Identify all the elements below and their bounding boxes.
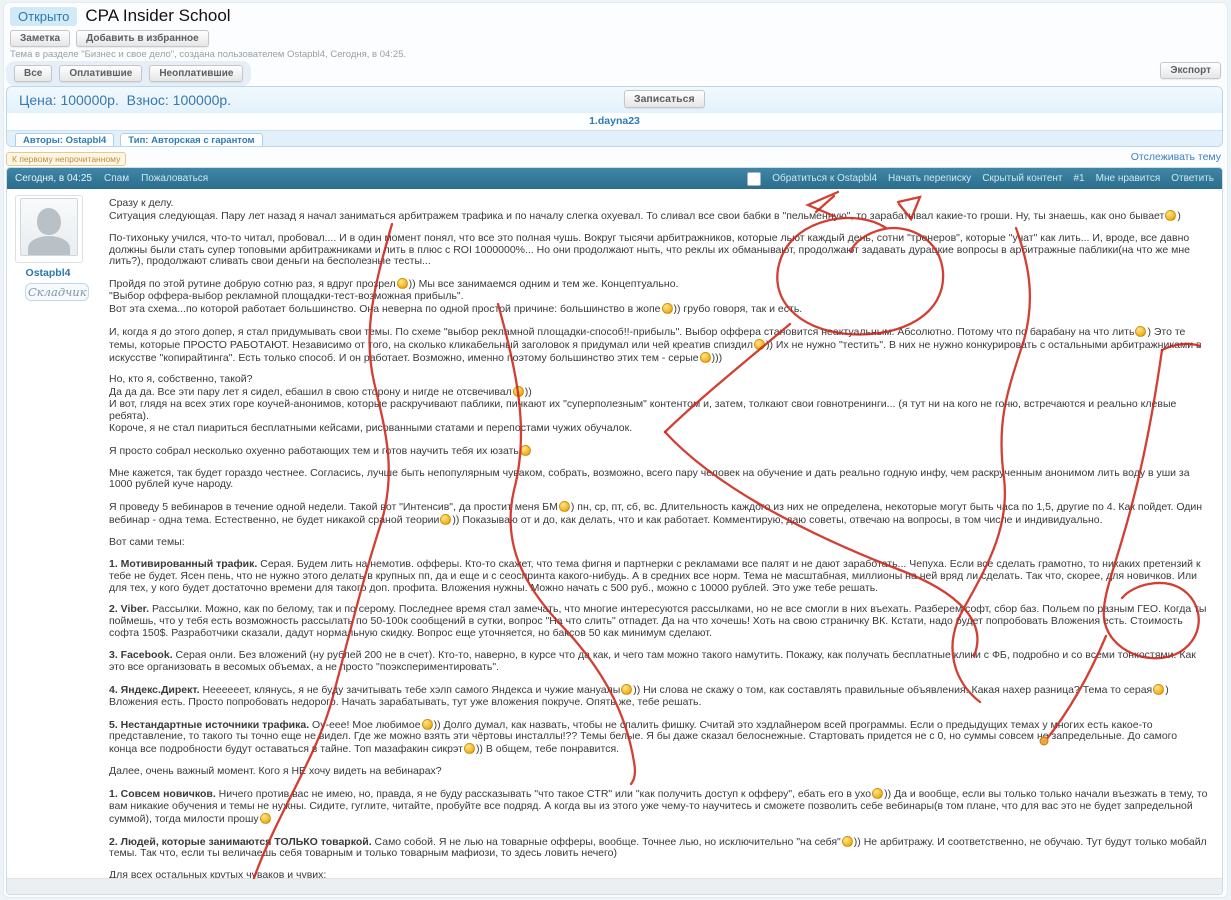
smiley-emoji-icon xyxy=(842,836,853,847)
post-header-link-2[interactable]: Скрытый контент xyxy=(982,173,1062,184)
type-tag[interactable]: Тип: Авторская с гарантом xyxy=(120,133,262,147)
post-header-left: Сегодня, в 04:25 Спам Пожаловаться xyxy=(15,173,208,184)
tags-row: Авторы: Ostapbl4 Тип: Авторская с гарант… xyxy=(7,130,1222,147)
smiley-emoji-icon xyxy=(1153,684,1164,695)
post-main: Ostapbl4 Складчик Сразу к делу.Ситуация … xyxy=(7,189,1222,878)
smiley-emoji-icon xyxy=(559,501,570,512)
post-date: Сегодня, в 04:25 xyxy=(15,173,92,184)
post-paragraph: 2. Людей, которые занимаются ТОЛЬКО това… xyxy=(109,836,1208,861)
topic-header: Открыто CPA Insider School xyxy=(10,6,231,26)
participant-link[interactable]: 1.dayna23 xyxy=(589,115,640,127)
status-badge: Открыто xyxy=(10,7,77,26)
select-post-checkbox[interactable] xyxy=(747,172,761,186)
avatar-box xyxy=(15,195,83,263)
post-footer-strip xyxy=(7,878,1222,894)
smiley-emoji-icon xyxy=(754,339,765,350)
filter-button-2[interactable]: Неоплатившие xyxy=(149,65,243,82)
post-paragraph: Но, кто я, собственно, такой?Да да да. В… xyxy=(109,374,1208,434)
post-paragraphs: Сразу к делу.Ситуация следующая. Пару ле… xyxy=(109,198,1208,878)
filter-button-1[interactable]: Оплатившие xyxy=(59,65,142,82)
post-paragraph: 1. Совсем новичков. Ничего против вас не… xyxy=(109,788,1208,826)
first-unread-button[interactable]: К первому непрочитанному xyxy=(6,152,126,166)
smiley-emoji-icon xyxy=(520,445,531,456)
smiley-emoji-icon xyxy=(260,813,271,824)
smiley-emoji-icon xyxy=(1165,210,1176,221)
participant-row: 1.dayna23 xyxy=(7,113,1222,130)
note-button[interactable]: Заметка xyxy=(10,30,70,47)
smiley-emoji-icon xyxy=(621,684,632,695)
watch-topic-link[interactable]: Отслеживать тему xyxy=(1131,151,1221,163)
post-paragraph: 4. Яндекс.Директ. Неееееет, клянусь, я н… xyxy=(109,684,1208,709)
post-paragraph: Далее, очень важный момент. Кого я НЕ хо… xyxy=(109,766,1208,778)
report-link[interactable]: Пожаловаться xyxy=(141,173,208,184)
spam-link[interactable]: Спам xyxy=(104,173,129,184)
topic-meta: Тема в разделе "Бизнес и свое дело", соз… xyxy=(10,49,406,60)
post-header-link-4[interactable]: Мне нравится xyxy=(1096,173,1161,184)
post-paragraph: И, когда я до этого допер, я стал придум… xyxy=(109,326,1208,365)
post-body: Сразу к делу.Ситуация следующая. Пару ле… xyxy=(99,189,1222,878)
smiley-emoji-icon xyxy=(397,278,408,289)
post-paragraph: По-тихоньку учился, что-то читал, пробов… xyxy=(109,233,1208,269)
price-label: Цена: 100000р. xyxy=(19,92,119,108)
post-header-link-1[interactable]: Начать переписку xyxy=(888,173,971,184)
post-header-link-0[interactable]: Обратиться к Ostapbl4 xyxy=(772,173,877,184)
post-paragraph: Мне кажется, так будет гораздо честнее. … xyxy=(109,468,1208,492)
smiley-emoji-icon xyxy=(422,719,433,730)
favorite-button[interactable]: Добавить в избранное xyxy=(76,30,209,47)
smiley-emoji-icon xyxy=(464,743,475,754)
post-paragraph: Сразу к делу.Ситуация следующая. Пару ле… xyxy=(109,198,1208,223)
price-labels: Цена: 100000р. Взнос: 100000р. xyxy=(19,92,231,108)
smiley-emoji-icon xyxy=(1135,326,1146,337)
author-sidebar: Ostapbl4 Складчик xyxy=(7,189,99,878)
post-header-link-5[interactable]: Ответить xyxy=(1171,173,1214,184)
smiley-emoji-icon xyxy=(700,352,711,363)
smiley-emoji-icon xyxy=(513,386,524,397)
post-header-links: Обратиться к Ostapbl4 Начать переписку Скр… xyxy=(747,172,1214,186)
post-block: Сегодня, в 04:25 Спам Пожаловаться Обрат… xyxy=(6,167,1223,895)
post-paragraph: 1. Мотивированный трафик. Серая. Будем л… xyxy=(109,559,1208,595)
price-row: Цена: 100000р. Взнос: 100000р. Записатьс… xyxy=(7,87,1222,113)
export-button[interactable]: Экспорт xyxy=(1160,62,1221,79)
post-header-link-3[interactable]: #1 xyxy=(1074,173,1085,184)
post-paragraph: 2. Viber. Рассылки. Можно, как по белому… xyxy=(109,604,1208,640)
avatar[interactable] xyxy=(20,198,78,256)
post-paragraph: 3. Facebook. Серая онли. Без вложений (н… xyxy=(109,650,1208,674)
smiley-emoji-icon xyxy=(662,303,673,314)
page-title: CPA Insider School xyxy=(85,6,230,26)
post-paragraph: Пройдя по этой рутине добрую сотню раз, … xyxy=(109,278,1208,316)
price-panel: Цена: 100000р. Взнос: 100000р. Записатьс… xyxy=(6,86,1223,147)
author-username[interactable]: Ostapbl4 xyxy=(15,267,81,279)
post-header-bar: Сегодня, в 04:25 Спам Пожаловаться Обрат… xyxy=(7,168,1222,189)
post-paragraph: Я просто собрал несколько охуенно работа… xyxy=(109,445,1208,458)
filter-buttons: Все Оплатившие Неоплатившие xyxy=(6,61,251,86)
post-paragraph: Для всех остальных крутых чуваков и чуви… xyxy=(109,870,1208,878)
authors-tag[interactable]: Авторы: Ostapbl4 xyxy=(15,133,114,147)
post-paragraph: 5. Нестандартные источники трафика. Оу-е… xyxy=(109,719,1208,757)
signup-button[interactable]: Записаться xyxy=(624,90,705,108)
smiley-emoji-icon xyxy=(440,514,451,525)
post-paragraph: Вот сами темы: xyxy=(109,537,1208,549)
post-paragraph: Я проведу 5 вебинаров в течение одной не… xyxy=(109,501,1208,527)
forum-topic-page: Открыто CPA Insider School Заметка Добав… xyxy=(0,0,1231,900)
topic-actions: Заметка Добавить в избранное xyxy=(10,30,209,47)
smiley-emoji-icon xyxy=(872,788,883,799)
fee-label: Взнос: 100000р. xyxy=(127,92,231,108)
filter-button-0[interactable]: Все xyxy=(14,65,52,82)
author-rank-badge: Складчик xyxy=(25,283,89,301)
